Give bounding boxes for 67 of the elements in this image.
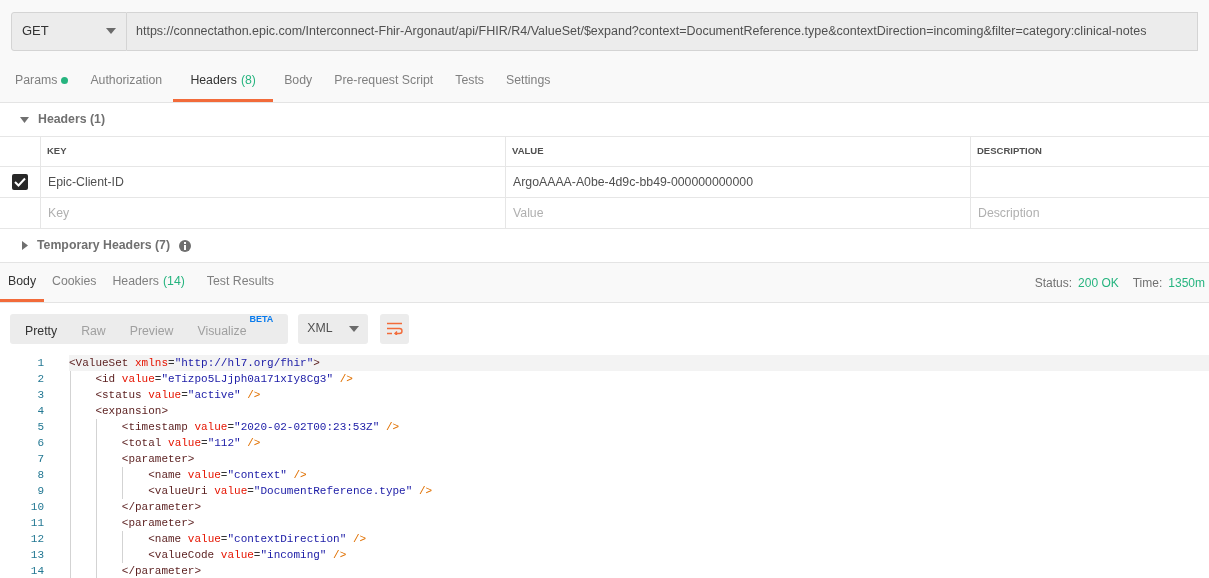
response-tab[interactable]: Headers (14) bbox=[104, 263, 193, 302]
code-line: </parameter> bbox=[120, 564, 203, 578]
expand-icon[interactable] bbox=[22, 241, 28, 250]
column-header: DESCRIPTION bbox=[977, 144, 1042, 159]
code-line: <valueCode value="incoming" /> bbox=[147, 548, 348, 563]
line-number: 10 bbox=[30, 500, 44, 513]
status-label: Status: bbox=[1034, 274, 1073, 292]
table-cell[interactable]: ArgoAAAA-A0be-4d9c-bb49-000000000000 bbox=[513, 172, 753, 192]
line-number: 9 bbox=[37, 484, 44, 497]
response-tab[interactable]: Cookies bbox=[44, 263, 105, 302]
line-number: 2 bbox=[37, 372, 44, 385]
line-number: 11 bbox=[30, 516, 44, 529]
line-number: 5 bbox=[37, 420, 44, 433]
request-tab[interactable]: Body bbox=[273, 62, 324, 102]
wrap-button[interactable] bbox=[380, 313, 410, 344]
view-mode-tab[interactable]: Pretty bbox=[14, 315, 69, 342]
line-number: 12 bbox=[30, 532, 44, 545]
line-number: 1 bbox=[37, 356, 44, 369]
table-cell[interactable]: Epic-Client-ID bbox=[48, 172, 124, 192]
request-tab[interactable]: Headers (8) bbox=[173, 62, 274, 102]
code-line: <expansion> bbox=[94, 404, 170, 419]
code-line: <parameter> bbox=[120, 516, 196, 531]
line-number: 6 bbox=[37, 436, 44, 449]
response-tab[interactable]: Body bbox=[0, 263, 45, 302]
checkbox[interactable] bbox=[12, 174, 28, 190]
code-line: <valueUri value="DocumentReference.type" /> bbox=[147, 484, 434, 499]
line-number: 3 bbox=[37, 388, 44, 401]
view-mode-tab[interactable]: Preview bbox=[118, 315, 185, 342]
request-tab[interactable]: Params bbox=[4, 62, 80, 102]
code-line: <timestamp value="2020-02-02T00:23:53Z" /> bbox=[120, 420, 401, 435]
line-number: 14 bbox=[30, 564, 44, 577]
column-header: KEY bbox=[47, 144, 67, 159]
request-tab[interactable]: Tests bbox=[444, 62, 495, 102]
request-tab[interactable]: Pre-request Script bbox=[323, 62, 445, 102]
caret-icon bbox=[349, 325, 360, 332]
line-number: 13 bbox=[30, 548, 44, 561]
code-line: <status value="active" /> bbox=[94, 388, 262, 403]
info-icon[interactable] bbox=[179, 239, 192, 252]
code-line: <ValueSet xmlns="http://hl7.org/fhir"> bbox=[69, 356, 321, 371]
code-line: <total value="112" /> bbox=[120, 436, 262, 451]
format-dropdown[interactable]: XML bbox=[298, 313, 369, 344]
input-field[interactable]: Key bbox=[41, 198, 505, 228]
column-header: VALUE bbox=[512, 144, 544, 159]
collapse-icon[interactable] bbox=[20, 116, 29, 123]
url-field[interactable]: https://connectathon.epic.com/Interconnect-Fhir-Argonaut/api/FHIR/R4/ValueSet/$expand?context=DocumentReference.type&contextDirection=incoming&filter=category:clinical-notes bbox=[127, 11, 1198, 51]
request-tab[interactable]: Settings bbox=[495, 62, 562, 102]
time-label: Time: bbox=[1132, 274, 1163, 292]
section-title: Headers (1) bbox=[38, 111, 105, 129]
code-line: <name value="context" /> bbox=[147, 468, 308, 483]
status-value: 200 OK bbox=[1078, 274, 1119, 292]
code-line: <name value="contextDirection" /> bbox=[147, 532, 368, 547]
method-dropdown[interactable]: GET bbox=[11, 11, 127, 51]
input-field[interactable]: Value bbox=[506, 198, 970, 228]
view-mode-tab[interactable]: Raw bbox=[70, 315, 117, 342]
section-title: Temporary Headers (7) bbox=[37, 237, 171, 255]
wrap-icon bbox=[386, 322, 404, 335]
request-tab[interactable]: Authorization bbox=[79, 62, 174, 102]
line-number: 4 bbox=[37, 404, 44, 417]
time-value: 1350m bbox=[1168, 274, 1205, 292]
code-line: <id value="eTizpo5LJjph0a171xIy8Cg3" /> bbox=[94, 372, 354, 387]
caret-icon bbox=[106, 28, 116, 34]
response-tab[interactable]: Test Results bbox=[198, 263, 282, 302]
code-line: <parameter> bbox=[120, 452, 196, 467]
line-number: 8 bbox=[37, 468, 44, 481]
line-number: 7 bbox=[37, 452, 44, 465]
code-line: </parameter> bbox=[120, 500, 203, 515]
input-field[interactable]: Description bbox=[971, 198, 1209, 228]
